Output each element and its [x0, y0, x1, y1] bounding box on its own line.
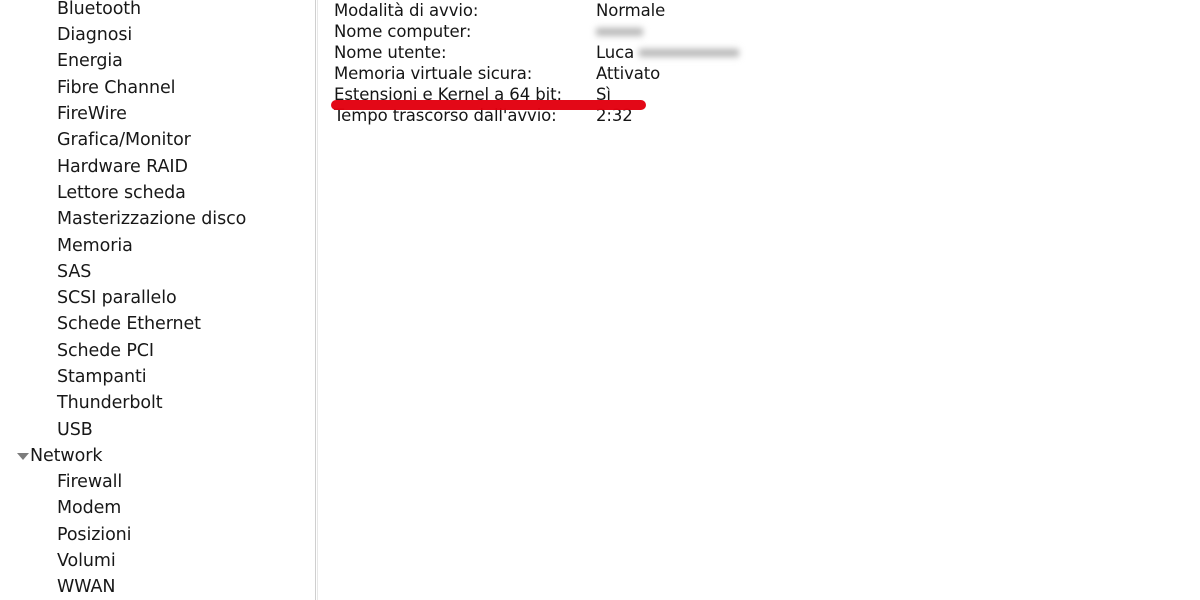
sidebar-item-stampanti[interactable]: Stampanti	[0, 364, 315, 390]
sidebar-outline-list[interactable]: Bluetooth Diagnosi Energia Fibre Channel Fir…	[0, 0, 315, 600]
detail-label: Memoria virtuale sicura:	[334, 64, 533, 83]
sidebar-item-masterizzazione-disco[interactable]: Masterizzazione disco	[0, 206, 315, 232]
system-information-window: Bluetooth Diagnosi Energia Fibre Channel Fir…	[0, 0, 1200, 600]
sidebar-item-wwan[interactable]: WWAN	[0, 574, 315, 600]
sidebar-item-label: SCSI parallelo	[57, 288, 177, 308]
sidebar-item-label: Modem	[57, 498, 122, 518]
sidebar-item-label: Memoria	[57, 236, 133, 256]
sidebar-item-volumi[interactable]: Volumi	[0, 548, 315, 574]
sidebar-item-thunderbolt[interactable]: Thunderbolt	[0, 390, 315, 416]
sidebar-item-label: FireWire	[57, 104, 127, 124]
detail-label: Nome utente:	[334, 43, 447, 62]
detail-value: Attivato	[596, 64, 661, 83]
sidebar-item-label: Diagnosi	[57, 25, 133, 45]
sidebar-item-label: Bluetooth	[57, 0, 142, 19]
sidebar-item-schede-pci[interactable]: Schede PCI	[0, 338, 315, 364]
sidebar-item-scsi-parallelo[interactable]: SCSI parallelo	[0, 285, 315, 311]
sidebar-item-label: Hardware RAID	[57, 157, 188, 177]
detail-pane: Modalità di avvio: Normale Nome computer: N…	[318, 0, 1200, 600]
detail-label: Modalità di avvio:	[334, 1, 479, 20]
sidebar-item-label: Fibre Channel	[57, 78, 176, 98]
redacted-value	[596, 25, 643, 38]
sidebar-item-sas[interactable]: SAS	[0, 259, 315, 285]
sidebar-item-fibre-channel[interactable]: Fibre Channel	[0, 75, 315, 101]
sidebar-item-label: Grafica/Monitor	[57, 130, 191, 150]
sidebar-item-label: Thunderbolt	[57, 393, 163, 413]
sidebar-item-energia[interactable]: Energia	[0, 48, 315, 74]
sidebar-item-label: Energia	[57, 51, 123, 71]
red-highlight-annotation	[331, 100, 646, 110]
disclosure-triangle-down-icon[interactable]	[17, 453, 29, 461]
sidebar-item-label: SAS	[57, 262, 92, 282]
sidebar-item-grafica-monitor[interactable]: Grafica/Monitor	[0, 127, 315, 153]
sidebar-item-firewire[interactable]: FireWire	[0, 101, 315, 127]
sidebar-item-label: USB	[57, 420, 93, 440]
detail-value: Luca	[596, 42, 740, 63]
sidebar-item-modem[interactable]: Modem	[0, 495, 315, 521]
sidebar-item-diagnosi[interactable]: Diagnosi	[0, 22, 315, 48]
detail-value-text: Luca	[596, 43, 635, 62]
sidebar-item-network[interactable]: Network	[0, 443, 315, 469]
redacted-value	[639, 46, 740, 59]
sidebar-item-usb[interactable]: USB	[0, 417, 315, 443]
sidebar-item-hardware-raid[interactable]: Hardware RAID	[0, 154, 315, 180]
sidebar-item-memoria[interactable]: Memoria	[0, 233, 315, 259]
sidebar-item-label: Network	[30, 446, 103, 466]
sidebar-item-label: Firewall	[57, 472, 123, 492]
sidebar-item-label: Stampanti	[57, 367, 147, 387]
sidebar-item-lettore-scheda[interactable]: Lettore scheda	[0, 180, 315, 206]
detail-value: Normale	[596, 1, 666, 20]
detail-value	[596, 21, 643, 42]
sidebar-item-label: Schede Ethernet	[57, 314, 201, 334]
sidebar-item-schede-ethernet[interactable]: Schede Ethernet	[0, 311, 315, 337]
pane-divider	[315, 0, 316, 600]
detail-label: Nome computer:	[334, 22, 472, 41]
sidebar-item-posizioni[interactable]: Posizioni	[0, 522, 315, 548]
sidebar-item-bluetooth[interactable]: Bluetooth	[0, 0, 315, 22]
sidebar-item-label: WWAN	[57, 577, 116, 597]
sidebar-item-label: Masterizzazione disco	[57, 209, 247, 229]
sidebar-item-firewall[interactable]: Firewall	[0, 469, 315, 495]
sidebar-item-label: Posizioni	[57, 525, 132, 545]
sidebar-item-label: Schede PCI	[57, 341, 154, 361]
sidebar-item-label: Lettore scheda	[57, 183, 186, 203]
sidebar-item-label: Volumi	[57, 551, 116, 571]
